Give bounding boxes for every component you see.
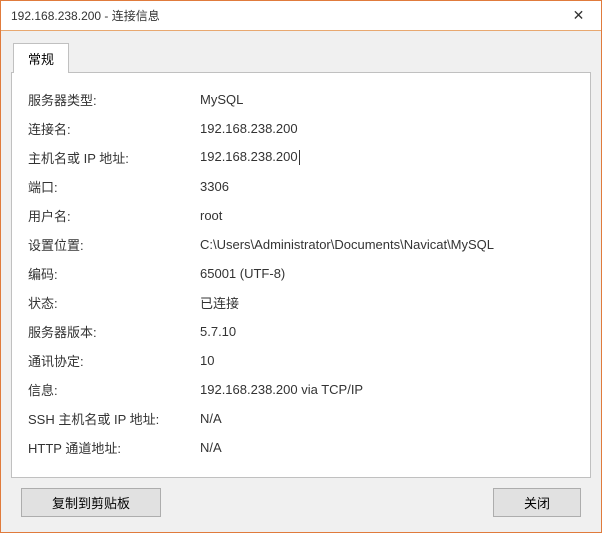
close-button[interactable]: 关闭 xyxy=(493,488,581,517)
row-port: 端口: 3306 xyxy=(28,176,574,196)
titlebar: 192.168.238.200 - 连接信息 ✕ xyxy=(1,1,601,31)
label-server-type: 服务器类型: xyxy=(28,90,200,109)
row-ssh-host: SSH 主机名或 IP 地址: N/A xyxy=(28,408,574,428)
row-status: 状态: 已连接 xyxy=(28,292,574,312)
label-encoding: 编码: xyxy=(28,264,200,283)
row-server-type: 服务器类型: MySQL xyxy=(28,89,574,109)
value-host[interactable]: 192.168.238.200 xyxy=(200,149,574,165)
row-conn-name: 连接名: 192.168.238.200 xyxy=(28,118,574,138)
label-info: 信息: xyxy=(28,380,200,399)
row-encoding: 编码: 65001 (UTF-8) xyxy=(28,263,574,283)
value-status: 已连接 xyxy=(200,293,574,312)
value-conn-name: 192.168.238.200 xyxy=(200,121,574,136)
close-icon[interactable]: ✕ xyxy=(556,1,601,31)
label-port: 端口: xyxy=(28,177,200,196)
tab-general[interactable]: 常规 xyxy=(13,43,69,73)
label-user: 用户名: xyxy=(28,206,200,225)
value-http-tunnel: N/A xyxy=(200,440,574,455)
value-ssh-host: N/A xyxy=(200,411,574,426)
row-info: 信息: 192.168.238.200 via TCP/IP xyxy=(28,379,574,399)
label-host: 主机名或 IP 地址: xyxy=(28,148,200,167)
row-settings-path: 设置位置: C:\Users\Administrator\Documents\N… xyxy=(28,234,574,254)
row-http-tunnel: HTTP 通道地址: N/A xyxy=(28,437,574,457)
row-protocol: 通讯协定: 10 xyxy=(28,350,574,370)
label-ssh-host: SSH 主机名或 IP 地址: xyxy=(28,409,200,428)
label-status: 状态: xyxy=(28,293,200,312)
button-row: 复制到剪贴板 关闭 xyxy=(11,478,591,522)
value-server-type: MySQL xyxy=(200,92,574,107)
label-settings-path: 设置位置: xyxy=(28,235,200,254)
content-area: 常规 服务器类型: MySQL 连接名: 192.168.238.200 主机名… xyxy=(1,31,601,532)
value-port: 3306 xyxy=(200,179,574,194)
tab-panel-general: 服务器类型: MySQL 连接名: 192.168.238.200 主机名或 I… xyxy=(11,72,591,478)
row-server-version: 服务器版本: 5.7.10 xyxy=(28,321,574,341)
value-protocol: 10 xyxy=(200,353,574,368)
dialog-window: 192.168.238.200 - 连接信息 ✕ 常规 服务器类型: MySQL… xyxy=(0,0,602,533)
label-protocol: 通讯协定: xyxy=(28,351,200,370)
label-http-tunnel: HTTP 通道地址: xyxy=(28,438,200,457)
row-user: 用户名: root xyxy=(28,205,574,225)
row-host: 主机名或 IP 地址: 192.168.238.200 xyxy=(28,147,574,167)
value-user: root xyxy=(200,208,574,223)
value-info: 192.168.238.200 via TCP/IP xyxy=(200,382,574,397)
tab-bar: 常规 xyxy=(11,43,591,73)
window-title: 192.168.238.200 - 连接信息 xyxy=(11,7,556,24)
value-server-version: 5.7.10 xyxy=(200,324,574,339)
copy-to-clipboard-button[interactable]: 复制到剪贴板 xyxy=(21,488,161,517)
label-server-version: 服务器版本: xyxy=(28,322,200,341)
value-encoding: 65001 (UTF-8) xyxy=(200,266,574,281)
value-settings-path: C:\Users\Administrator\Documents\Navicat… xyxy=(200,237,574,252)
label-conn-name: 连接名: xyxy=(28,119,200,138)
